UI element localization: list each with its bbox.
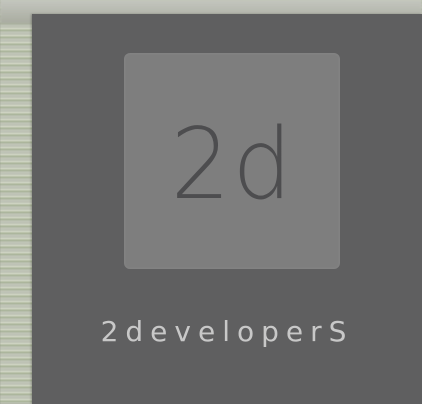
logo-text: 2d xyxy=(170,108,294,222)
app-logo: 2d xyxy=(124,53,340,269)
splash-screen: 2d 2developerS xyxy=(32,14,422,404)
brand-name: 2developerS xyxy=(100,315,354,348)
